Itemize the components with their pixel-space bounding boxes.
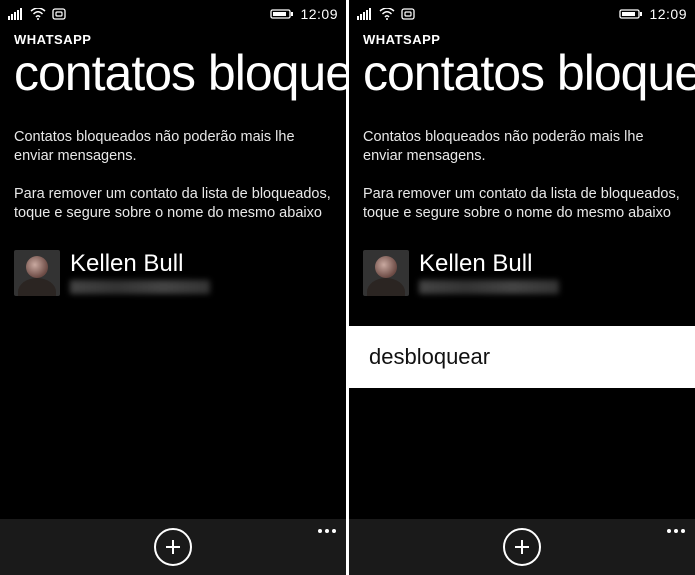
add-button[interactable]: [154, 528, 192, 566]
more-icon[interactable]: [667, 529, 685, 533]
info-text-2: Para remover um contato da lista de bloq…: [14, 185, 332, 224]
page-title: contatos bloqueados: [0, 47, 346, 100]
battery-icon: [270, 8, 294, 20]
add-button[interactable]: [503, 528, 541, 566]
blocked-contact-row[interactable]: Kellen Bull: [349, 242, 695, 304]
status-bar: 12:09: [349, 0, 695, 26]
contact-subtext-blurred: [419, 280, 559, 294]
avatar: [363, 250, 409, 296]
app-name: WHATSAPP: [349, 26, 695, 47]
clock: 12:09: [300, 6, 338, 22]
contact-name: Kellen Bull: [419, 251, 559, 277]
status-bar: 12:09: [0, 0, 346, 26]
phone-screen-right: 12:09 WHATSAPP contatos bloqueados Conta…: [349, 0, 695, 575]
nfc-icon: [401, 8, 415, 20]
battery-icon: [619, 8, 643, 20]
app-bar: [0, 519, 346, 575]
wifi-icon: [30, 8, 46, 20]
app-bar: [349, 519, 695, 575]
contact-name: Kellen Bull: [70, 251, 210, 277]
avatar: [14, 250, 60, 296]
contact-subtext-blurred: [70, 280, 210, 294]
info-text-2: Para remover um contato da lista de bloq…: [363, 185, 681, 224]
context-menu-unblock[interactable]: desbloquear: [369, 344, 675, 370]
context-menu: desbloquear: [349, 326, 695, 388]
info-text-1: Contatos bloqueados não poderão mais lhe…: [14, 128, 332, 167]
info-text-1: Contatos bloqueados não poderão mais lhe…: [363, 128, 681, 167]
blocked-contact-row[interactable]: Kellen Bull: [0, 242, 346, 304]
app-name: WHATSAPP: [0, 26, 346, 47]
signal-icon: [8, 8, 24, 20]
more-icon[interactable]: [318, 529, 336, 533]
phone-screen-left: 12:09 WHATSAPP contatos bloqueados Conta…: [0, 0, 346, 575]
clock: 12:09: [649, 6, 687, 22]
wifi-icon: [379, 8, 395, 20]
nfc-icon: [52, 8, 66, 20]
page-title: contatos bloqueados: [349, 47, 695, 100]
signal-icon: [357, 8, 373, 20]
